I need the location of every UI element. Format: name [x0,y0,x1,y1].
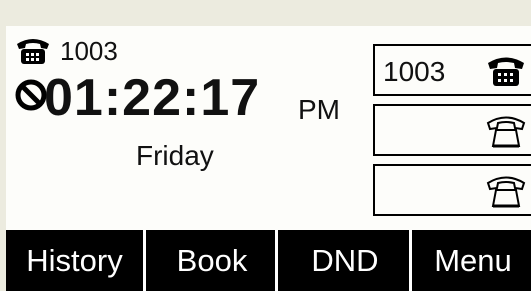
softkey-history[interactable]: History [6,230,143,291]
softkey-book[interactable]: Book [143,230,278,291]
softkey-bar: History Book DND Menu [6,230,531,291]
softkey-menu[interactable]: Menu [409,230,531,291]
phone-filled-icon [488,57,524,86]
line-key-label: 1003 [383,56,446,87]
no-symbol-icon [15,79,47,111]
softkey-dnd[interactable]: DND [275,230,412,291]
line-key-1[interactable]: 1003 [373,44,531,96]
clock-time: 01:22:17 [44,69,261,127]
phone-lcd-screen: 1003 01:22:17 PM Friday 1003 History Boo… [6,26,531,291]
phone-outline-icon [486,116,526,148]
line-key-3[interactable] [373,164,531,216]
clock-ampm: PM [298,94,340,125]
line-key-2[interactable] [373,104,531,156]
phone-outline-icon [486,176,526,208]
account-number: 1003 [60,36,118,66]
clock-day: Friday [136,140,214,171]
phone-icon [17,39,49,64]
